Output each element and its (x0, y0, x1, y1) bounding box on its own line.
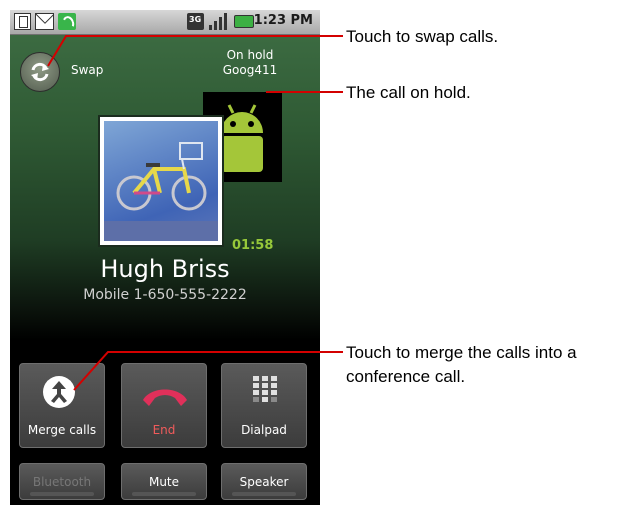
hold-callout: The call on hold. (346, 83, 471, 102)
merge-callout-line2: conference call. (346, 367, 466, 386)
merge-callout-line1: Touch to merge the calls into a (346, 343, 577, 362)
swap-callout: Touch to swap calls. (346, 27, 499, 46)
swap-callout-line (47, 35, 343, 67)
merge-callout-line (73, 351, 343, 391)
callout-lines (47, 35, 343, 391)
